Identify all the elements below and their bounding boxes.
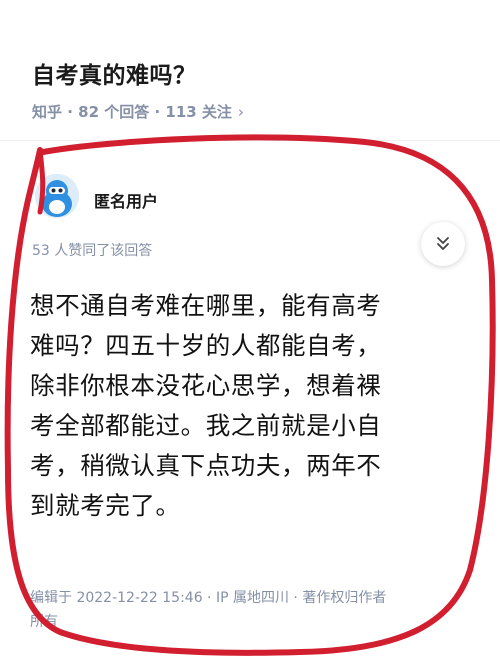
chevron-right-icon: ›: [237, 103, 244, 121]
double-chevron-down-icon: [437, 237, 449, 250]
answer-line: 除非你根本没花心思学，想着裸: [30, 371, 382, 400]
divider: [0, 140, 500, 141]
answer-line: 考，稍微认真下点功夫，两年不: [30, 451, 382, 480]
voters-count[interactable]: 53 人赞同了该回答: [32, 240, 152, 260]
question-meta[interactable]: 知乎 · 82 个回答 · 113 关注 ›: [32, 101, 244, 122]
collapse-button[interactable]: [421, 222, 465, 266]
answer-line: 想不通自考难在哪里，能有高考: [30, 291, 382, 320]
question-title[interactable]: 自考真的难吗？: [32, 56, 197, 90]
author-name[interactable]: 匿名用户: [94, 188, 158, 212]
footer-line: 编辑于 2022-12-22 15:46 · IP 属地四川 · 著作权归作者: [30, 590, 387, 606]
answer-line: 难吗？四五十岁的人都能自考，: [30, 331, 382, 360]
answer-content: 想不通自考难在哪里，能有高考 难吗？四五十岁的人都能自考， 除非你根本没花心思学…: [30, 286, 480, 526]
question-meta-text: 知乎 · 82 个回答 · 113 关注: [32, 103, 232, 121]
anonymous-avatar-icon: [35, 174, 79, 218]
answer-line: 考全部都能过。我之前就是小自: [30, 411, 382, 440]
avatar[interactable]: [35, 174, 79, 218]
answer-footer: 编辑于 2022-12-22 15:46 · IP 属地四川 · 著作权归作者 …: [30, 586, 470, 634]
footer-line: 所有: [30, 614, 58, 630]
answer-line: 到就考完了。: [30, 491, 181, 520]
